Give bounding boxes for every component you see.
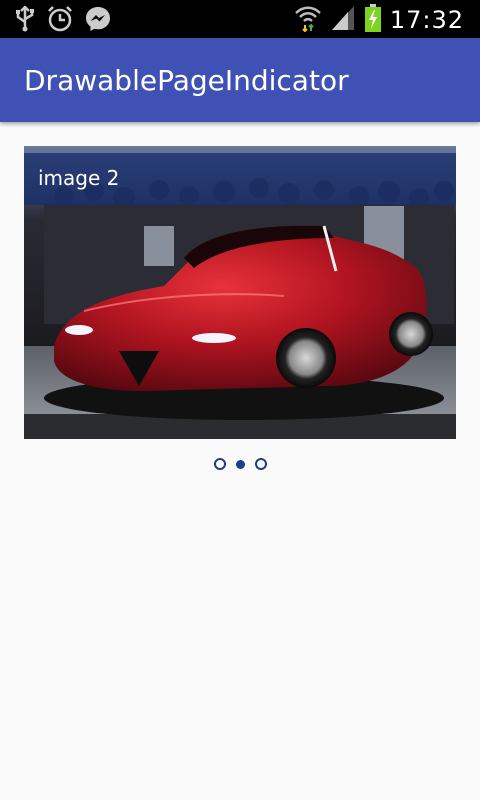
page-indicator bbox=[0, 455, 480, 473]
page-dot-2[interactable] bbox=[235, 459, 245, 469]
page-dot-3[interactable] bbox=[254, 458, 267, 470]
signal-icon bbox=[330, 4, 356, 36]
image-caption: image 2 bbox=[38, 166, 120, 190]
page-dot-1[interactable] bbox=[213, 458, 226, 470]
usb-icon bbox=[14, 5, 36, 36]
app-title: DrawablePageIndicator bbox=[24, 64, 349, 97]
image-pager[interactable]: image 2 bbox=[24, 146, 456, 439]
alarm-clock-icon bbox=[46, 5, 74, 37]
battery-charging-icon bbox=[364, 3, 382, 37]
app-bar: DrawablePageIndicator bbox=[0, 38, 480, 122]
status-bar: 17:32 bbox=[0, 0, 480, 38]
caption-bar: image 2 bbox=[24, 153, 456, 205]
messenger-icon bbox=[84, 5, 112, 37]
status-bar-system: 17:32 bbox=[294, 3, 464, 37]
status-bar-notifications bbox=[14, 5, 112, 37]
clock-time: 17:32 bbox=[389, 6, 464, 34]
wifi-icon bbox=[294, 4, 322, 36]
